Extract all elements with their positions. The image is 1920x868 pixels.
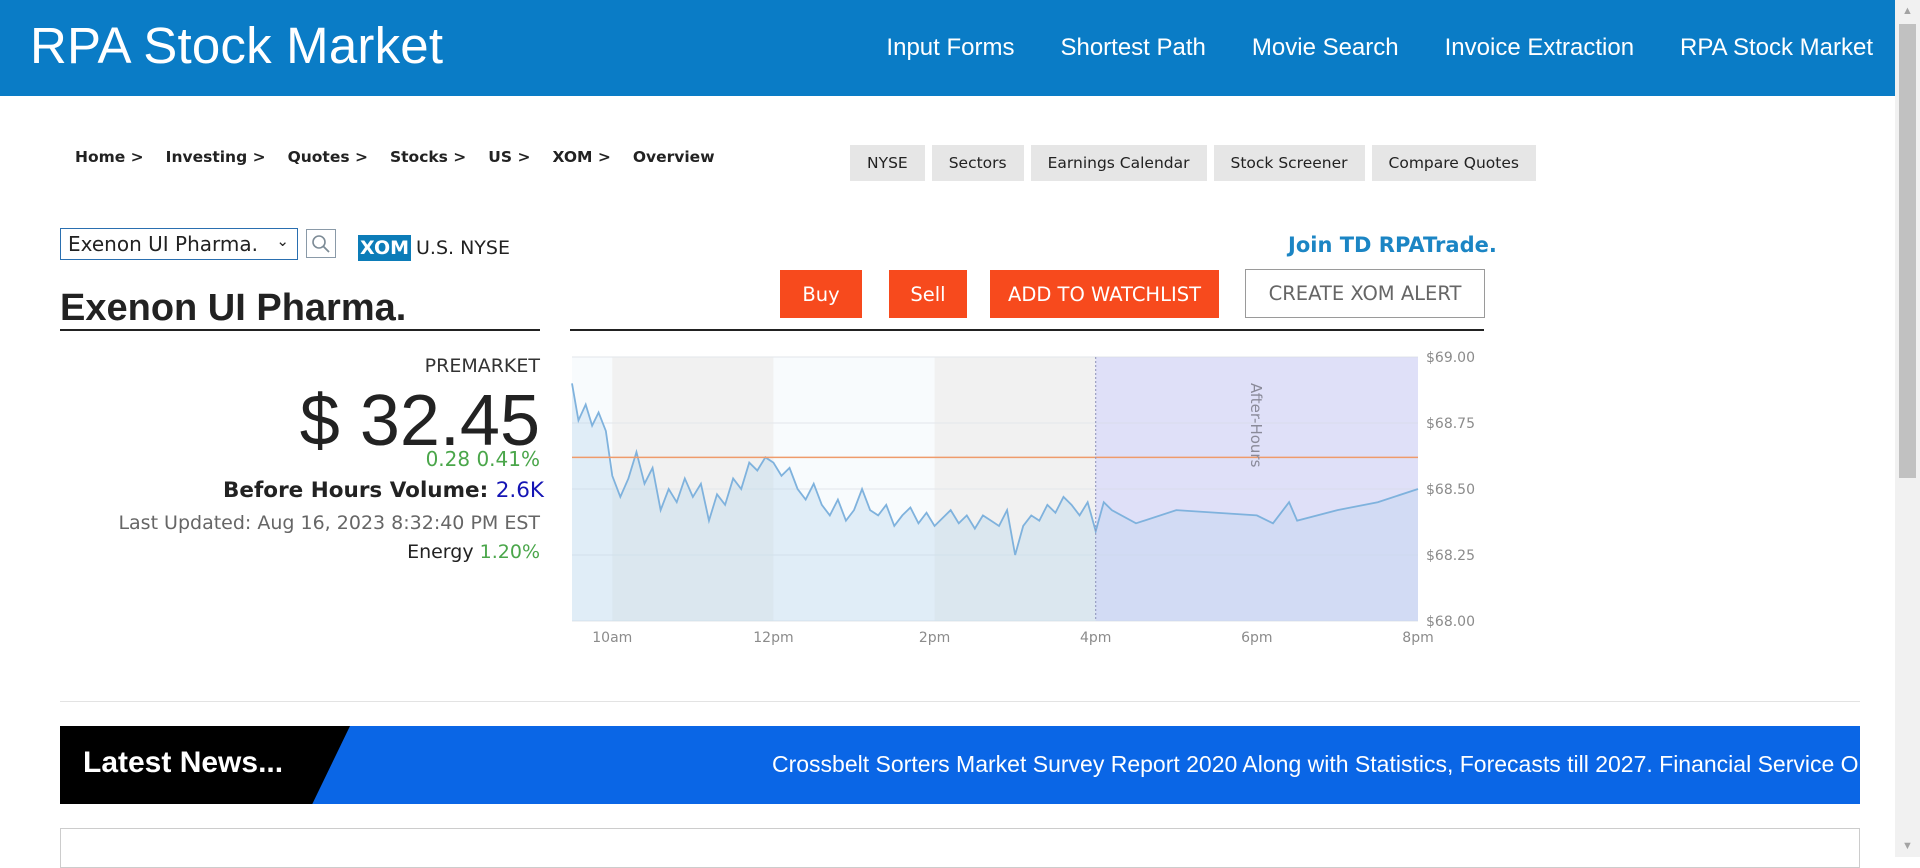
tab-compare-quotes[interactable]: Compare Quotes: [1371, 145, 1536, 181]
nav-rpa-stock-market[interactable]: RPA Stock Market: [1680, 30, 1873, 66]
price-change: 0.28 0.41%: [425, 447, 540, 471]
chart-y-tick-label: $68.25: [1426, 548, 1475, 564]
chart-y-tick-label: $68.75: [1426, 416, 1475, 432]
chart-x-tick-label: 12pm: [753, 630, 793, 645]
nav-invoice-extraction[interactable]: Invoice Extraction: [1445, 30, 1634, 66]
price-chart[interactable]: After-Hours $69.00 $68.75 $68.50 $68.25 $68.0…: [560, 345, 1490, 645]
breadcrumb-quotes[interactable]: Quotes >: [288, 148, 368, 166]
join-rpatrade-link[interactable]: Join TD RPATrade.: [1288, 233, 1497, 257]
chart-after-hours-label: After-Hours: [1247, 383, 1265, 468]
divider-left: [60, 329, 540, 331]
market-tabs: NYSE Sectors Earnings Calendar Stock Scr…: [850, 145, 1543, 181]
breadcrumb-home[interactable]: Home >: [75, 148, 144, 166]
tab-nyse[interactable]: NYSE: [850, 145, 925, 181]
breadcrumb-stocks[interactable]: Stocks >: [390, 148, 466, 166]
chart-y-tick-label: $69.00: [1426, 350, 1475, 366]
vertical-scrollbar[interactable]: ▲ ▼: [1895, 0, 1920, 857]
breadcrumb-xom[interactable]: XOM >: [552, 148, 610, 166]
chart-x-tick-label: 6pm: [1241, 630, 1272, 645]
nav-movie-search[interactable]: Movie Search: [1252, 30, 1399, 66]
scrollbar-thumb[interactable]: [1899, 24, 1916, 478]
breadcrumb: Home > Investing > Quotes > Stocks > US …: [75, 148, 737, 166]
company-select[interactable]: Exenon UI Pharma. ⌄: [60, 228, 298, 260]
content-panel: [60, 828, 1860, 868]
brand-title[interactable]: RPA Stock Market: [30, 16, 443, 75]
tab-earnings-calendar[interactable]: Earnings Calendar: [1030, 145, 1207, 181]
company-select-value: Exenon UI Pharma.: [68, 232, 258, 256]
section-divider: [60, 701, 1860, 702]
volume-line: Before Hours Volume: 2.6K: [223, 478, 544, 503]
chevron-down-icon: ⌄: [276, 232, 289, 250]
scroll-down-arrow-icon[interactable]: ▼: [1895, 835, 1920, 857]
add-to-watchlist-button[interactable]: ADD TO WATCHLIST: [990, 270, 1219, 318]
sector-name: Energy: [407, 541, 474, 563]
scroll-up-arrow-icon[interactable]: ▲: [1895, 0, 1920, 22]
chart-x-tick-label: 8pm: [1402, 630, 1433, 645]
news-ticker-text[interactable]: Crossbelt Sorters Market Survey Report 2…: [772, 751, 1860, 778]
volume-value: 2.6K: [495, 478, 544, 503]
top-navbar: RPA Stock Market Input Forms Shortest Pa…: [0, 0, 1895, 96]
buy-button[interactable]: Buy: [780, 270, 862, 318]
chart-x-tick-label: 2pm: [919, 630, 950, 645]
tab-sectors[interactable]: Sectors: [931, 145, 1024, 181]
sell-button[interactable]: Sell: [889, 270, 967, 318]
create-alert-button[interactable]: CREATE XOM ALERT: [1245, 269, 1485, 318]
nav-shortest-path[interactable]: Shortest Path: [1060, 30, 1205, 66]
breadcrumb-investing[interactable]: Investing >: [166, 148, 266, 166]
ticker-symbol: XOM: [358, 235, 412, 261]
company-name-heading: Exenon UI Pharma.: [60, 287, 407, 329]
search-button[interactable]: [306, 229, 336, 258]
sector-change: 1.20%: [479, 541, 540, 563]
sector-line: Energy 1.20%: [407, 541, 540, 563]
chart-y-tick-label: $68.00: [1426, 614, 1475, 630]
main-nav: Input Forms Shortest Path Movie Search I…: [886, 30, 1895, 66]
tab-stock-screener[interactable]: Stock Screener: [1213, 145, 1365, 181]
chart-x-tick-label: 4pm: [1080, 630, 1111, 645]
exchange-label: U.S. NYSE: [416, 237, 510, 259]
last-updated: Last Updated: Aug 16, 2023 8:32:40 PM ES…: [118, 512, 540, 534]
chart-y-tick-label: $68.50: [1426, 482, 1475, 498]
breadcrumb-overview: Overview: [632, 148, 715, 166]
session-label: PREMARKET: [424, 355, 540, 377]
news-label: Latest News...: [83, 746, 284, 779]
divider-right: [570, 329, 1484, 331]
search-icon: [312, 234, 330, 253]
chart-x-tick-label: 10am: [592, 630, 632, 645]
volume-label: Before Hours Volume:: [222, 478, 489, 503]
nav-input-forms[interactable]: Input Forms: [886, 30, 1014, 66]
breadcrumb-us[interactable]: US >: [488, 148, 530, 166]
latest-news-bar: Latest News... Crossbelt Sorters Market …: [60, 726, 1860, 804]
